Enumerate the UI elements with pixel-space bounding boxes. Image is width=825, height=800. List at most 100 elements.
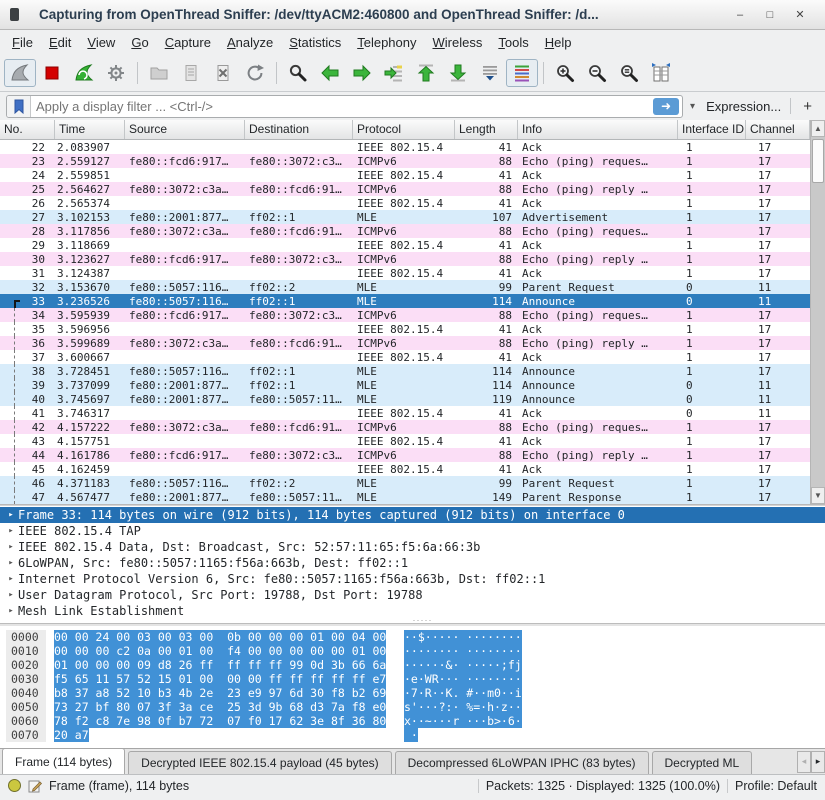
expander-icon[interactable]: ▸ (4, 526, 18, 536)
column-header-interface-id[interactable]: Interface ID (678, 120, 746, 139)
file-save-button[interactable] (175, 59, 207, 87)
menu-item-statistics[interactable]: Statistics (281, 32, 349, 53)
column-header-time[interactable]: Time (55, 120, 125, 139)
add-filter-button[interactable]: + (796, 98, 819, 115)
packet-row[interactable]: 262.565374IEEE 802.15.441Ack117 (0, 196, 810, 210)
packet-row[interactable]: 403.745697fe80::2001:877…fe80::5057:11…M… (0, 392, 810, 406)
bytes-tab[interactable]: Decrypted IEEE 802.15.4 payload (45 byte… (128, 751, 391, 774)
hex-ascii[interactable]: ·7·R··K. #··m0··i (404, 686, 534, 700)
menu-item-tools[interactable]: Tools (490, 32, 536, 53)
packet-row[interactable]: 242.559851IEEE 802.15.441Ack117 (0, 168, 810, 182)
packet-row[interactable]: 413.746317IEEE 802.15.441Ack011 (0, 406, 810, 420)
first-packet-button[interactable] (410, 59, 442, 87)
hex-bytes[interactable]: f5 65 11 57 52 15 01 00 00 00 ff ff ff f… (54, 672, 388, 686)
next-packet-button[interactable] (346, 59, 378, 87)
bytes-tab[interactable]: Decrypted ML (652, 751, 753, 774)
hex-row[interactable]: 006078 f2 c8 7e 98 0f b7 72 07 f0 17 62 … (6, 714, 825, 728)
close-button[interactable]: ✕ (785, 8, 815, 21)
packet-row[interactable]: 444.161786fe80::fcd6:917…fe80::3072:c3…I… (0, 448, 810, 462)
expander-icon[interactable]: ▸ (4, 542, 18, 552)
expander-icon[interactable]: ▸ (4, 590, 18, 600)
packet-row[interactable]: 343.595939fe80::fcd6:917…fe80::3072:c3…I… (0, 308, 810, 322)
tab-scroll-left-icon[interactable]: ◂ (797, 751, 811, 773)
hex-row[interactable]: 000000 00 24 00 03 00 03 00 0b 00 00 00 … (6, 630, 825, 644)
hex-ascii[interactable]: ········ ········ (404, 644, 534, 658)
hex-row[interactable]: 007020 a7 · (6, 728, 825, 742)
find-packet-button[interactable] (282, 59, 314, 87)
column-header-protocol[interactable]: Protocol (353, 120, 455, 139)
packet-row[interactable]: 424.157222fe80::3072:c3a…fe80::fcd6:91…I… (0, 420, 810, 434)
hex-ascii[interactable]: · (404, 728, 534, 742)
previous-packet-button[interactable] (314, 59, 346, 87)
hex-ascii[interactable]: ··$····· ········ (404, 630, 534, 644)
capture-comment-icon[interactable] (28, 779, 42, 793)
detail-row[interactable]: ▸IEEE 802.15.4 Data, Dst: Broadcast, Src… (0, 539, 825, 555)
hex-ascii[interactable]: x··~···r ···b>·6· (404, 714, 534, 728)
scrollbar-thumb[interactable] (812, 139, 824, 183)
minimize-button[interactable]: – (725, 9, 755, 21)
reload-button[interactable] (239, 59, 271, 87)
hex-ascii[interactable]: s'···?:· %=·h·z·· (404, 700, 534, 714)
detail-row[interactable]: ▸Frame 33: 114 bytes on wire (912 bits),… (0, 507, 825, 523)
packet-row[interactable]: 273.102153fe80::2001:877…ff02::1MLE107Ad… (0, 210, 810, 224)
menu-item-wireless[interactable]: Wireless (425, 32, 491, 53)
bytes-tab[interactable]: Decompressed 6LoWPAN IPHC (83 bytes) (395, 751, 649, 774)
packet-row[interactable]: 474.567477fe80::2001:877…fe80::5057:11…M… (0, 490, 810, 504)
capture-start-button[interactable] (4, 59, 36, 87)
hex-row[interactable]: 002001 00 00 00 09 d8 26 ff ff ff ff 99 … (6, 658, 825, 672)
packet-row[interactable]: 454.162459IEEE 802.15.441Ack117 (0, 462, 810, 476)
detail-row[interactable]: ▸6LoWPAN, Src: fe80::5057:1165:f56a:663b… (0, 555, 825, 571)
hex-ascii[interactable]: ·e·WR··· ········ (404, 672, 534, 686)
zoom-in-button[interactable] (549, 59, 581, 87)
packet-row[interactable]: 464.371183fe80::5057:116…ff02::2MLE99Par… (0, 476, 810, 490)
colorize-button[interactable] (506, 59, 538, 87)
hex-ascii[interactable]: ······&· ·····;fj (404, 658, 534, 672)
packet-row[interactable]: 373.600667IEEE 802.15.441Ack117 (0, 350, 810, 364)
file-open-button[interactable] (143, 59, 175, 87)
column-header-channel[interactable]: Channel (746, 120, 810, 139)
packet-row[interactable]: 434.157751IEEE 802.15.441Ack117 (0, 434, 810, 448)
column-header-no[interactable]: No. (0, 120, 55, 139)
zoom-out-button[interactable] (581, 59, 613, 87)
capture-restart-button[interactable] (68, 59, 100, 87)
capture-stop-button[interactable] (36, 59, 68, 87)
column-header-source[interactable]: Source (125, 120, 245, 139)
packet-list-scrollbar[interactable]: ▲ ▼ (810, 120, 825, 504)
capture-options-button[interactable] (100, 59, 132, 87)
detail-row[interactable]: ▸IEEE 802.15.4 TAP (0, 523, 825, 539)
hex-bytes[interactable]: 73 27 bf 80 07 3f 3a ce 25 3d 9b 68 d3 7… (54, 700, 388, 714)
bytes-tab[interactable]: Frame (114 bytes) (2, 748, 125, 774)
expander-icon[interactable]: ▸ (4, 510, 18, 520)
hex-row[interactable]: 0040b8 37 a8 52 10 b3 4b 2e 23 e9 97 6d … (6, 686, 825, 700)
packet-row[interactable]: 252.564627fe80::3072:c3a…fe80::fcd6:91…I… (0, 182, 810, 196)
hex-bytes[interactable]: 00 00 00 c2 0a 00 01 00 f4 00 00 00 00 0… (54, 644, 388, 658)
column-header-info[interactable]: Info (518, 120, 678, 139)
menu-item-telephony[interactable]: Telephony (349, 32, 424, 53)
status-profile[interactable]: Profile: Default (735, 779, 817, 793)
expander-icon[interactable]: ▸ (4, 558, 18, 568)
menu-item-edit[interactable]: Edit (41, 32, 79, 53)
pane-splitter-2[interactable] (0, 623, 825, 626)
scroll-down-icon[interactable]: ▼ (811, 487, 825, 504)
display-filter-input[interactable] (31, 99, 653, 114)
last-packet-button[interactable] (442, 59, 474, 87)
packet-row[interactable]: 313.124387IEEE 802.15.441Ack117 (0, 266, 810, 280)
column-header-destination[interactable]: Destination (245, 120, 353, 139)
expander-icon[interactable]: ▸ (4, 606, 18, 616)
detail-row[interactable]: ▸Internet Protocol Version 6, Src: fe80:… (0, 571, 825, 587)
menu-item-view[interactable]: View (79, 32, 123, 53)
file-close-button[interactable] (207, 59, 239, 87)
auto-scroll-button[interactable] (474, 59, 506, 87)
menu-item-analyze[interactable]: Analyze (219, 32, 281, 53)
packet-row[interactable]: 283.117856fe80::3072:c3a…fe80::fcd6:91…I… (0, 224, 810, 238)
apply-filter-button[interactable]: ➜ (653, 98, 679, 115)
hex-row[interactable]: 005073 27 bf 80 07 3f 3a ce 25 3d 9b 68 … (6, 700, 825, 714)
expression-button[interactable]: Expression... (702, 99, 785, 114)
column-header-length[interactable]: Length (455, 120, 518, 139)
menu-item-go[interactable]: Go (123, 32, 156, 53)
expert-info-icon[interactable] (8, 779, 21, 792)
packet-row[interactable]: 353.596956IEEE 802.15.441Ack117 (0, 322, 810, 336)
scroll-up-icon[interactable]: ▲ (811, 120, 825, 137)
packet-row[interactable]: 232.559127fe80::fcd6:917…fe80::3072:c3…I… (0, 154, 810, 168)
menu-item-capture[interactable]: Capture (157, 32, 219, 53)
